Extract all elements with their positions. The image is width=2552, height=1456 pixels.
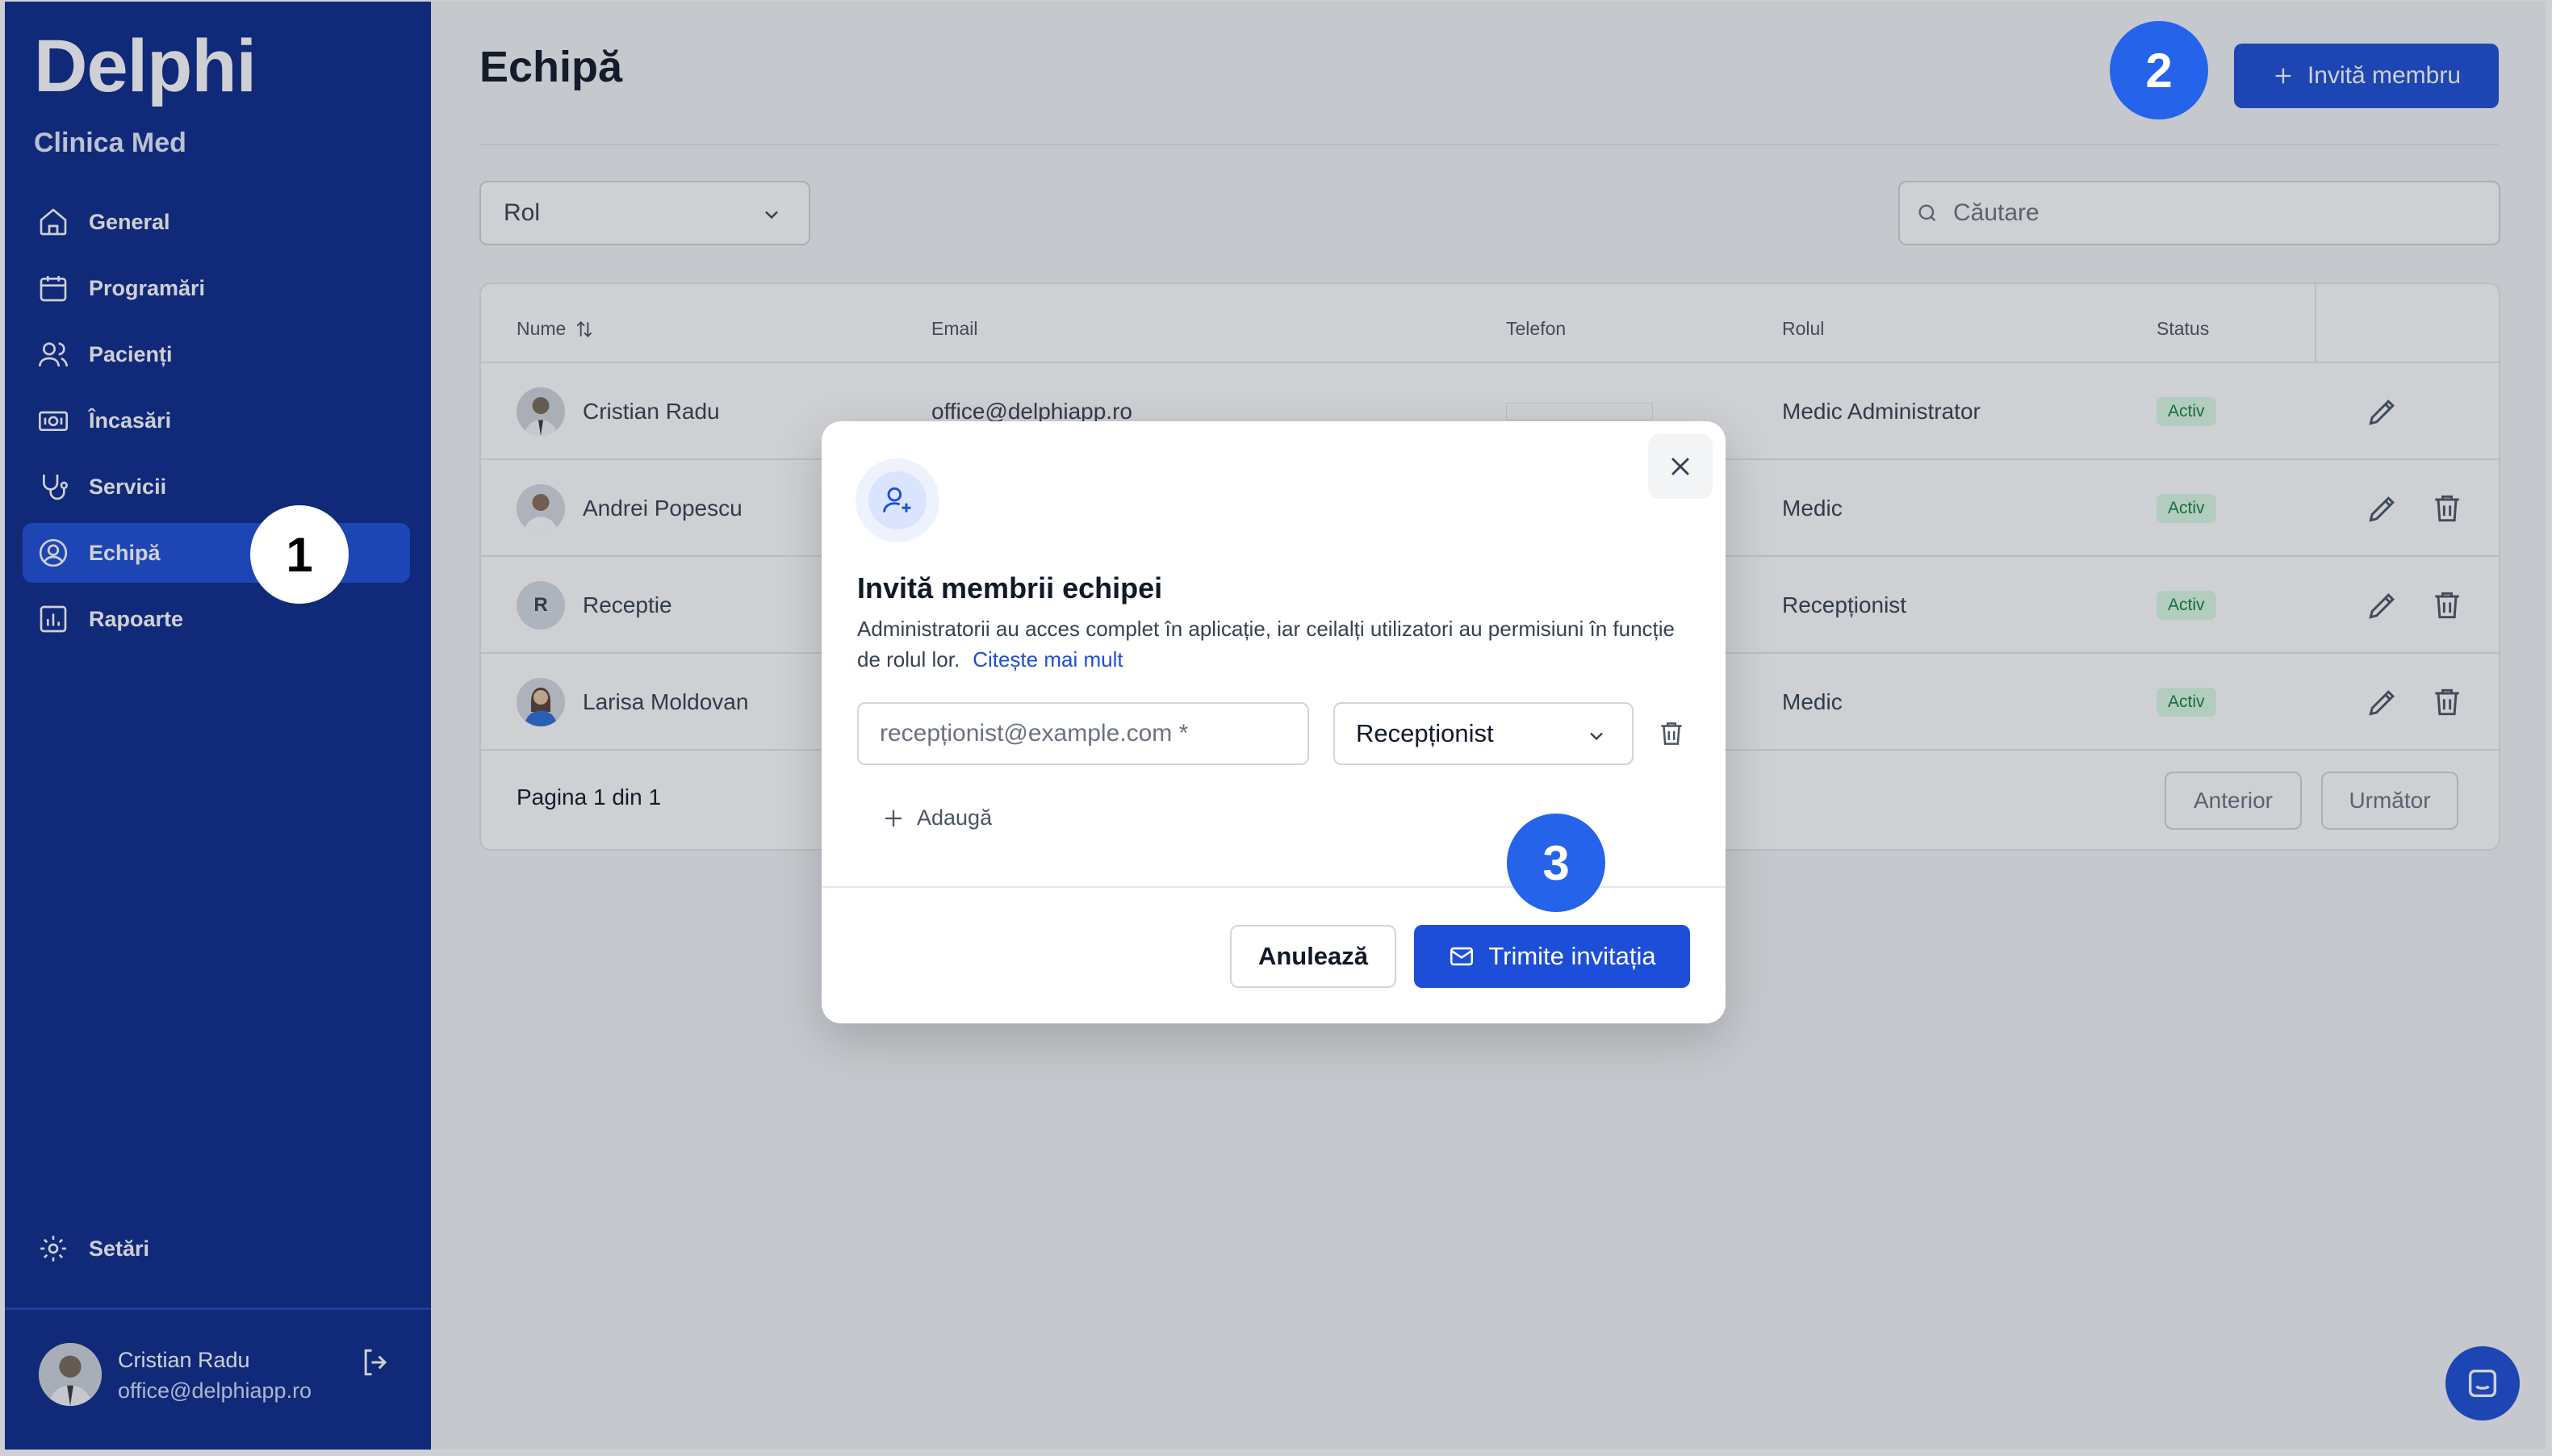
modal-description: Administratorii au acces complet în apli… — [857, 613, 1680, 675]
mail-icon — [1450, 947, 1474, 966]
trash-icon[interactable] — [1656, 718, 1687, 749]
step-marker-1: 1 — [250, 505, 349, 604]
close-button[interactable] — [1648, 434, 1713, 499]
email-field[interactable]: recepționist@example.com * — [857, 702, 1309, 765]
chevron-down-icon — [1590, 732, 1603, 741]
step-marker-3: 3 — [1507, 814, 1605, 912]
close-icon — [1671, 458, 1689, 475]
modal-icon — [856, 458, 939, 542]
modal-title: Invită membrii echipei — [857, 571, 1163, 605]
plus-icon — [885, 810, 902, 826]
user-plus-icon — [883, 487, 911, 513]
role-select[interactable]: Recepționist — [1333, 702, 1634, 765]
email-placeholder: recepționist@example.com * — [880, 720, 1189, 747]
read-more-link[interactable]: Citește mai mult — [973, 647, 1123, 672]
cancel-button[interactable]: Anulează — [1230, 925, 1396, 988]
role-select-value: Recepționist — [1356, 719, 1494, 747]
invite-modal: Invită membrii echipei Administratorii a… — [822, 421, 1726, 1023]
send-invitation-label: Trimite invitația — [1488, 942, 1656, 970]
step-marker-2: 2 — [2110, 21, 2208, 119]
add-row-label: Adaugă — [917, 805, 993, 830]
add-row-button[interactable]: Adaugă — [881, 805, 992, 831]
send-invitation-button[interactable]: Trimite invitația — [1414, 925, 1690, 988]
